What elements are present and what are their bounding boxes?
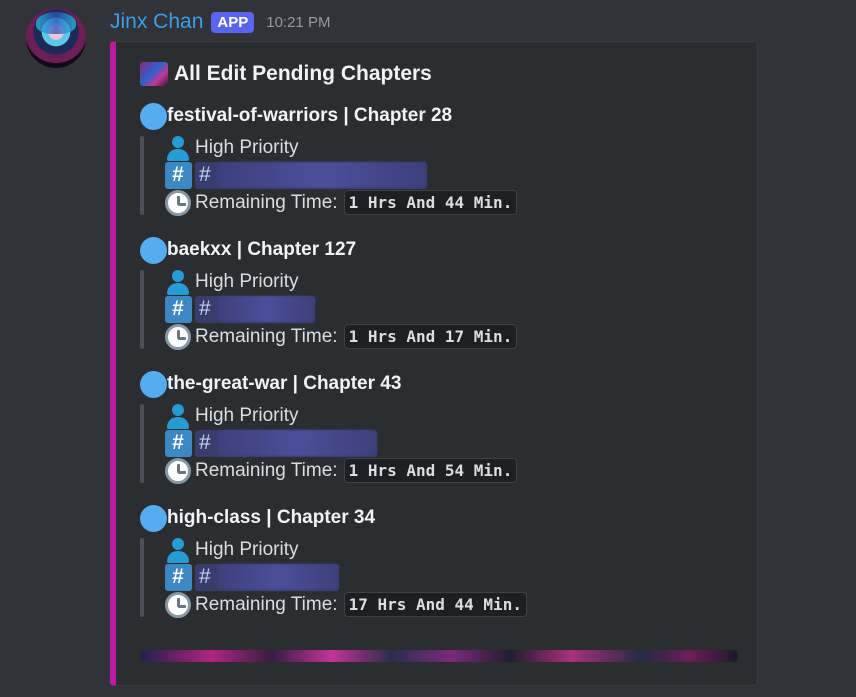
chapter-details: High Priority # # Remaining Time: 1 Hrs … [140, 134, 760, 217]
hash-keycap-icon: # [164, 295, 192, 323]
remaining-time: 17 Hrs And 44 Min. [343, 592, 527, 618]
channel-line: # # [164, 161, 760, 190]
blue-circle-icon [140, 504, 167, 532]
priority-text: High Priority [195, 136, 299, 158]
chapter-header: baekxx | Chapter 127 [140, 236, 760, 264]
embed-card: All Edit Pending Chapters festival-of-wa… [110, 41, 758, 686]
embed-title-text: All Edit Pending Chapters [174, 62, 432, 85]
chapter-name: high-class | Chapter 34 [167, 507, 376, 528]
chapter-details: High Priority # # Remaining Time: 1 Hrs … [140, 402, 760, 485]
remaining-time: 1 Hrs And 17 Min. [343, 324, 518, 350]
priority-line: High Priority [164, 536, 760, 564]
hash-keycap-icon: # [164, 161, 192, 189]
chapter-details: High Priority # # Remaining Time: 17 Hrs… [140, 536, 760, 619]
priority-text: High Priority [195, 270, 299, 292]
channel-prefix: # [199, 431, 211, 455]
channel-mention[interactable]: # [195, 429, 377, 457]
channel-mention[interactable]: # [195, 295, 315, 323]
redacted-channel-name [216, 564, 339, 591]
chapter-header: festival-of-warriors | Chapter 28 [140, 102, 760, 130]
blue-circle-icon [140, 102, 167, 130]
redacted-channel-name [216, 296, 315, 323]
blue-circle-icon [140, 370, 167, 398]
embed-image[interactable] [140, 650, 738, 662]
bust-silhouette-icon [165, 537, 191, 563]
time-label: Remaining Time: [195, 325, 338, 347]
bust-silhouette-icon [165, 135, 191, 161]
time-label: Remaining Time: [195, 191, 338, 213]
chapter-header: the-great-war | Chapter 43 [140, 370, 760, 398]
hash-keycap-icon: # [164, 563, 192, 591]
channel-line: # # [164, 563, 760, 592]
priority-line: High Priority [164, 134, 760, 162]
priority-text: High Priority [195, 404, 299, 426]
username[interactable]: Jinx Chan [110, 10, 203, 34]
channel-mention[interactable]: # [195, 563, 339, 591]
channel-line: # # [164, 429, 760, 458]
redacted-channel-name [216, 430, 377, 457]
chapter-name: baekxx | Chapter 127 [167, 239, 357, 260]
remaining-time: 1 Hrs And 44 Min. [343, 190, 518, 216]
user-avatar[interactable] [26, 8, 86, 68]
chapter-entry: baekxx | Chapter 127 High Priority # # R… [140, 236, 760, 351]
bust-silhouette-icon [165, 269, 191, 295]
bust-silhouette-icon [165, 403, 191, 429]
chapter-entry: the-great-war | Chapter 43 High Priority… [140, 370, 760, 485]
message-header: Jinx Chan APP 10:21 PM [110, 8, 330, 36]
channel-prefix: # [199, 297, 211, 321]
hash-keycap-icon: # [164, 429, 192, 457]
channel-prefix: # [199, 163, 211, 187]
chapter-entry: festival-of-warriors | Chapter 28 High P… [140, 102, 760, 217]
redacted-channel-name [216, 162, 427, 189]
priority-text: High Priority [195, 538, 299, 560]
time-line: Remaining Time: 17 Hrs And 44 Min. [164, 591, 760, 619]
clock-icon [165, 189, 191, 216]
time-line: Remaining Time: 1 Hrs And 17 Min. [164, 323, 760, 351]
blockquote-bar [140, 270, 144, 349]
clock-icon [165, 323, 191, 350]
channel-line: # # [164, 295, 760, 324]
time-label: Remaining Time: [195, 459, 338, 481]
channel-prefix: # [199, 565, 211, 589]
time-line: Remaining Time: 1 Hrs And 44 Min. [164, 189, 760, 217]
chat-message: Jinx Chan APP 10:21 PM All Edit Pending … [0, 0, 856, 697]
title-emoji-icon [140, 62, 168, 86]
blockquote-bar [140, 136, 144, 215]
priority-line: High Priority [164, 268, 760, 296]
clock-icon [165, 591, 191, 618]
timestamp[interactable]: 10:21 PM [266, 14, 330, 31]
blockquote-bar [140, 538, 144, 617]
chapter-details: High Priority # # Remaining Time: 1 Hrs … [140, 268, 760, 351]
app-badge: APP [211, 11, 255, 33]
chapter-entry: high-class | Chapter 34 High Priority # … [140, 504, 760, 619]
chapter-name: the-great-war | Chapter 43 [167, 373, 402, 394]
chapter-name: festival-of-warriors | Chapter 28 [167, 105, 453, 126]
channel-mention[interactable]: # [195, 161, 427, 189]
embed-title: All Edit Pending Chapters [140, 62, 432, 86]
time-line: Remaining Time: 1 Hrs And 54 Min. [164, 457, 760, 485]
time-label: Remaining Time: [195, 593, 338, 615]
remaining-time: 1 Hrs And 54 Min. [343, 458, 518, 484]
chapter-header: high-class | Chapter 34 [140, 504, 760, 532]
clock-icon [165, 457, 191, 484]
priority-line: High Priority [164, 402, 760, 430]
blockquote-bar [140, 404, 144, 483]
blue-circle-icon [140, 236, 167, 264]
